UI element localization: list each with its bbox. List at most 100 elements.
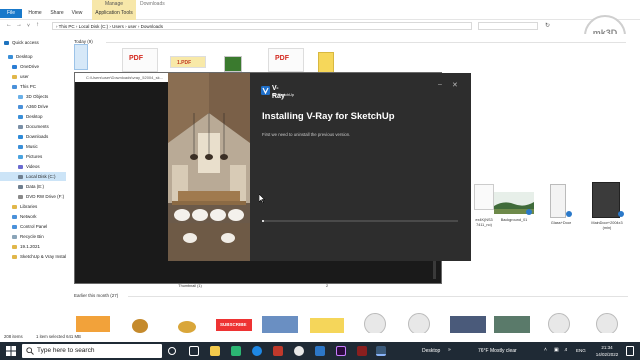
nav-item-label: A360 Drive [26,104,49,109]
taskbar-app-icon[interactable] [315,346,325,356]
vray-installer-taskbar-icon[interactable] [376,346,386,356]
folder-thumb[interactable] [318,52,334,74]
nav-item-label: Quick access [12,40,39,45]
search-input[interactable] [478,22,538,30]
nav-item-label: 19.1.2021 [20,244,41,249]
refresh-icon[interactable]: ↻ [545,22,550,29]
tray-desktop-label[interactable]: Desktop [422,348,440,354]
up-arrow-icon[interactable]: ↑ [36,22,39,28]
file-thumb[interactable] [132,319,148,333]
tab-home[interactable]: Home [26,9,44,18]
tab-application-tools[interactable]: Application Tools [92,9,136,18]
recent-chevron-icon[interactable]: ˅ [27,23,30,29]
edge-icon[interactable] [252,346,262,356]
file-maindoor-thumb[interactable] [592,182,620,218]
nav-item[interactable]: Downloads [18,132,48,141]
media-file-icon[interactable] [548,313,570,335]
file-pdf-thumb[interactable]: PDF [122,48,158,72]
file-thumb[interactable] [474,184,494,210]
group-header-earlier[interactable]: Earlier this month (27) [74,293,118,298]
tab-file[interactable]: File [0,9,22,18]
nav-item[interactable]: user [12,72,29,81]
manage-label: Manage [104,1,124,7]
nav-item[interactable]: This PC [12,82,36,91]
nav-item[interactable]: Quick access [4,38,39,47]
nav-item[interactable]: Network [12,212,37,221]
group-divider [128,296,628,297]
taskbar-app-icon[interactable] [273,346,283,356]
nav-item-icon [12,84,17,89]
file-thumb[interactable] [76,316,110,332]
nav-item-icon [18,104,23,109]
nav-item[interactable]: Control Panel [12,222,47,231]
nav-item[interactable]: Desktop [18,112,43,121]
nav-item-label: Music [26,144,38,149]
subscribe-label: SUBSCRIBE [220,322,247,327]
file-explorer-icon[interactable] [210,346,220,356]
task-view-icon[interactable] [189,346,199,356]
tray-clock[interactable]: 21:34 14/02/2022 [594,344,620,358]
media-file-icon[interactable] [364,313,386,335]
nav-item-icon [12,214,17,219]
taskbar-app-icon[interactable] [357,346,367,356]
premiere-icon[interactable] [336,346,346,356]
back-arrow-icon[interactable]: ← [6,22,12,28]
nav-item[interactable]: Libraries [12,202,37,211]
file-thumb[interactable] [262,316,298,334]
nav-item[interactable]: Music [18,142,38,151]
nav-item[interactable]: Documents [18,122,49,131]
cortana-icon[interactable] [168,347,176,355]
windows-start-icon[interactable] [6,346,16,356]
nav-item[interactable]: DVD RW Drive (F:) [18,192,64,201]
nav-item-icon [8,54,13,59]
address-input[interactable]: › This PC › Local Disk (C:) › Users › us… [52,22,472,30]
subscribe-thumb[interactable]: SUBSCRIBE [216,319,252,331]
file-name: MainDoor+2004x3 (min) [591,221,623,230]
nav-item[interactable]: 3D Objects [18,92,48,101]
minimize-icon[interactable]: – [438,81,442,88]
chrome-icon[interactable] [294,346,304,356]
file-door-thumb[interactable] [550,184,566,218]
taskbar-search-placeholder: Type here to search [37,347,95,354]
nav-item-icon [18,94,23,99]
nav-item[interactable]: SketchUp & Vray Install [12,252,67,261]
notification-icon[interactable] [626,346,634,356]
nav-item[interactable]: Local Disk (C:) [0,172,66,181]
close-icon[interactable]: ✕ [452,81,458,89]
nav-item[interactable]: Pictures [18,152,42,161]
nav-item[interactable]: Videos [18,162,40,171]
file-selected-checkbox[interactable] [74,44,88,70]
installer-hero-image [168,73,250,261]
media-file-icon[interactable] [408,313,430,335]
file-pdf-icon-thumb[interactable]: 1.PDF [170,56,206,68]
status-item-count: 208 items [4,334,23,339]
forward-arrow-icon[interactable]: → [16,22,22,28]
install-progress-bar [262,220,458,222]
tray-expand-icon[interactable]: ˄ [544,347,547,353]
video-thumb[interactable] [450,316,486,334]
tab-view[interactable]: View [68,9,86,18]
nav-item-icon [12,234,17,239]
video-thumb[interactable] [494,316,530,334]
file-thumb[interactable] [178,321,196,333]
file-pdf-thumb[interactable]: PDF [268,48,304,72]
tray-language[interactable]: ENG [576,348,586,353]
nav-item[interactable]: A360 Drive [18,102,48,111]
file-archive-thumb[interactable] [224,56,242,72]
nav-item[interactable]: Data (E:) [18,182,44,191]
taskbar-app-icon[interactable] [231,346,241,356]
nav-item[interactable]: Recycle Bin [12,232,44,241]
network-icon[interactable]: ▣ [554,347,559,353]
tray-weather[interactable]: 76°F Mostly clear [478,348,517,354]
nav-item[interactable]: OneDrive [12,62,39,71]
media-file-icon[interactable] [596,313,618,335]
nav-item-icon [18,124,23,129]
taskbar-search-box[interactable]: Type here to search [22,344,162,358]
nav-item[interactable]: Desktop [8,52,33,61]
nav-item-label: Network [20,214,37,219]
tray-chevron-icon[interactable]: » [448,347,451,353]
tab-share[interactable]: Share [48,9,66,18]
file-thumb[interactable] [310,318,344,334]
nav-item[interactable]: 19.1.2021 [12,242,40,251]
volume-icon[interactable]: ♬ [564,347,569,353]
